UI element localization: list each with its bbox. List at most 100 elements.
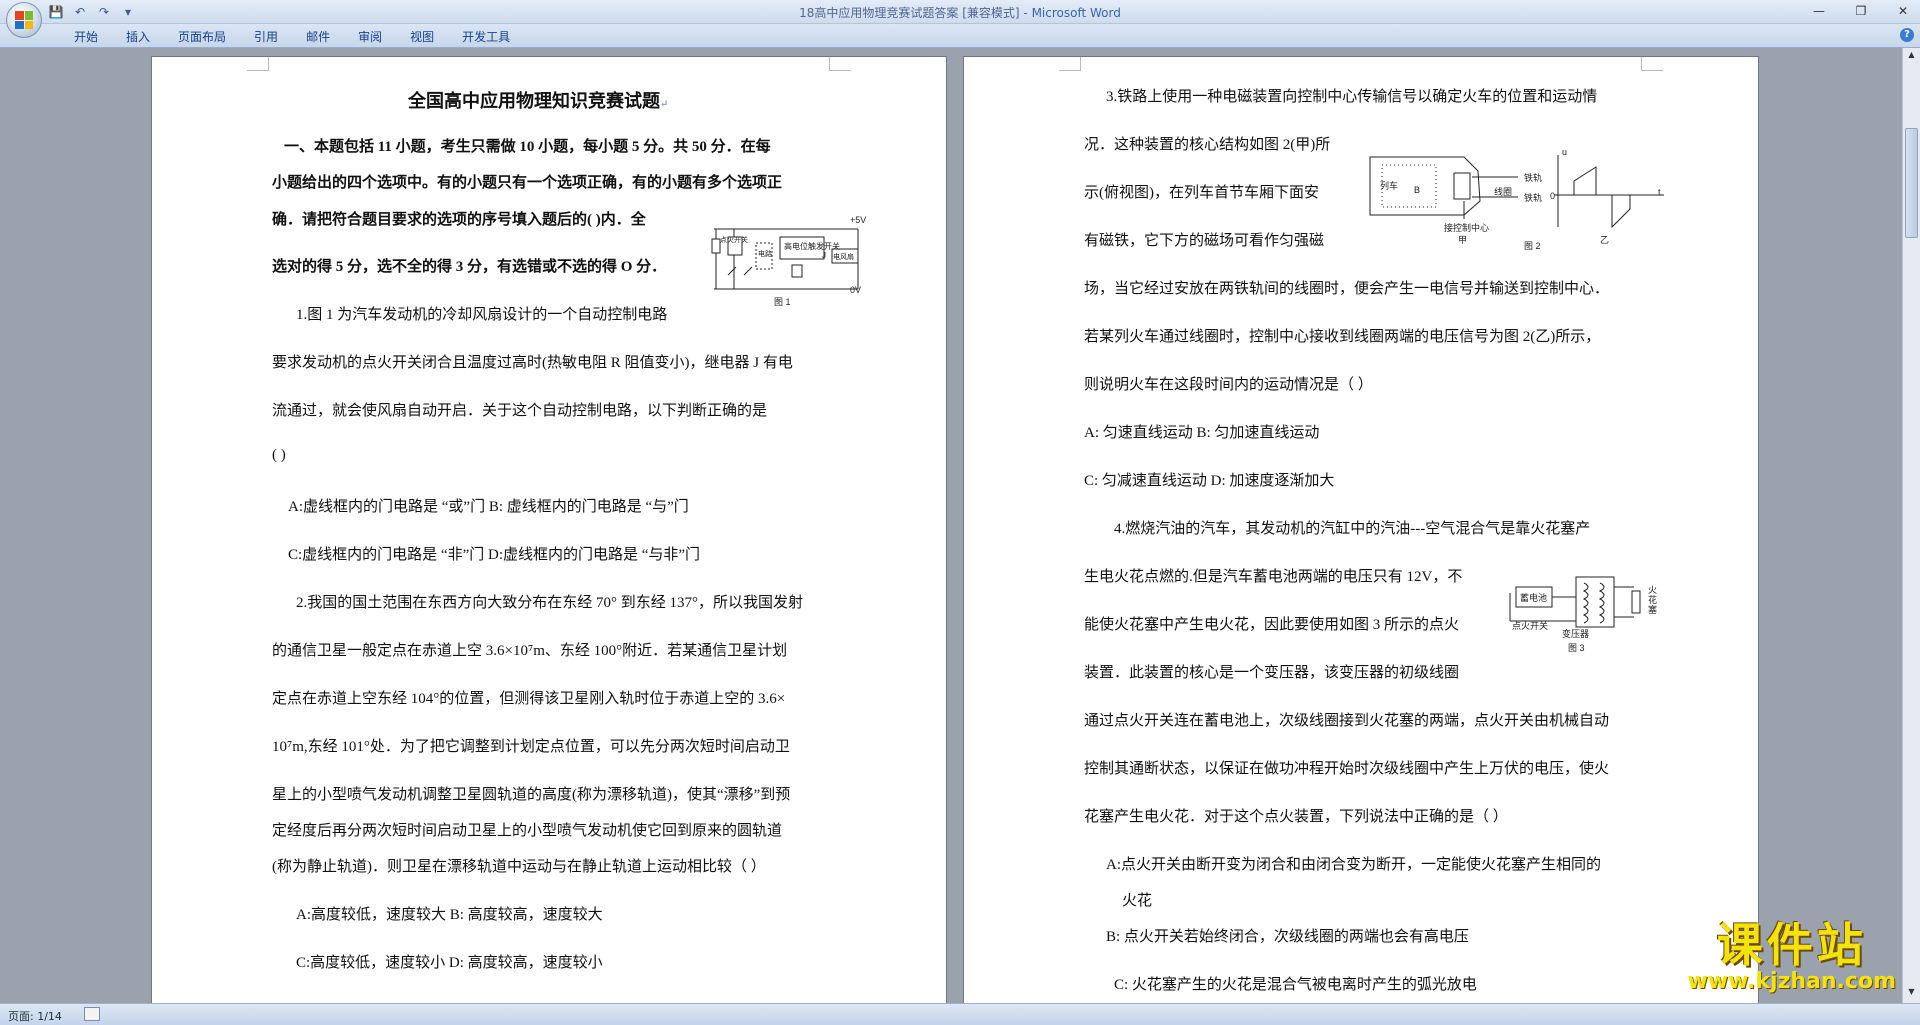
fig1-relay-label: J [822,251,826,260]
fig1-switch-label: 点火开关 [720,237,748,244]
doc-line: 一、本题包括 11 小题，考生只需做 10 小题，每小题 5 分。共 50 分．… [284,139,771,155]
fig2-rail-label-top: 铁轨 [1524,173,1543,183]
figure-2-diagram [1369,155,1664,229]
fig2-caption: 图 2 [1524,241,1541,251]
ribbon-tab[interactable]: 引用 [240,29,292,45]
doc-line: A:虚线框内的门电路是 “或”门 B: 虚线框内的门电路是 “与”门 [288,499,689,515]
app-name: Microsoft Word [1031,6,1121,20]
doc-line: C: 匀减速直线运动 D: 加速度逐渐加大 [1084,473,1335,489]
doc-line: 通过点火开关连在蓄电池上，次级线圈接到火花塞的两端，点火开关由机械自动 [1084,713,1610,729]
window-controls: — ❐ ✕ [1808,2,1914,20]
fig2-jia-label: 甲 [1458,235,1468,245]
doc-title: 全国高中应用物理知识竞赛试题↵ [408,91,669,111]
watermark-text: 课件站 [1716,918,1867,972]
margin-corner-mark [1059,57,1081,71]
doc-line: 装置．此装置的核心是一个变压器，该变压器的初级线圈 [1084,665,1460,681]
fig2-car-label: 列车 [1380,181,1399,191]
doc-line: ( ) [272,447,286,463]
close-button[interactable]: ✕ [1892,2,1914,20]
fig1-fan-label: 电风扇 [833,254,854,261]
doc-line: 小题给出的四个选项中。有的小题只有一个选项正确，有的小题有多个选项正 [272,175,783,191]
minimize-button[interactable]: — [1808,2,1830,20]
watermark-logo: 课件站 www.kjzhan.com [1687,920,1896,994]
doc-line: C: 火花塞产生的火花是混合气被电离时产生的弧光放电 [1114,977,1477,993]
fig1-0v-label: 0V [850,285,862,295]
fig2-rail-label-bottom: 铁轨 [1524,193,1543,203]
vertical-scrollbar[interactable]: ▲ ▼ [1902,48,1920,1003]
doc-line: 则说明火车在这段时间内的运动情况是（ ） [1084,377,1373,393]
fig1-5v-label: +5V [850,215,867,225]
doc-line: 确．请把符合题目要求的选项的序号填入题后的( )内．全 [272,212,646,228]
margin-corner-mark [829,57,851,71]
office-button[interactable] [6,2,42,38]
doc-line: 3.铁路上使用一种电磁装置向控制中心传输信号以确定火车的位置和运动情 [1106,89,1598,105]
window-title: 18高中应用物理竞赛试题答案 [兼容模式] - Microsoft Word [0,4,1920,21]
doc-line: 火花 [1122,893,1153,909]
proofing-icon[interactable] [84,1007,100,1021]
doc-line: 况．这种装置的核心结构如图 2(甲)所 [1084,137,1331,153]
fig1-trigger-label: 高电位触发开关 [784,242,840,251]
doc-line: 10⁷m,东经 101°处．为了把它调整到计划定点位置，可以先分两次短时间启动卫 [272,739,790,755]
ribbon-tab[interactable]: 邮件 [292,29,344,45]
page-left[interactable]: 全国高中应用物理知识竞赛试题↵ 一、本题包括 11 小题，考生只需做 10 小题… [151,56,947,1003]
ribbon-tab[interactable]: 视图 [396,29,448,45]
status-bar: 页面: 1/14 [0,1003,1920,1025]
doc-line: (称为静止轨道)．则卫星在漂移轨道中运动与在静止轨道上运动相比较（ ） [272,859,766,875]
ribbon-tab[interactable]: 审阅 [344,29,396,45]
doc-line: A:点火开关由断开变为闭合和由闭合变为断开，一定能使火花塞产生相同的 [1106,857,1602,873]
doc-line: 示(俯视图)，在列车首节车厢下面安 [1084,185,1319,201]
doc-line: A: 匀速直线运动 B: 匀加速直线运动 [1084,425,1320,441]
doc-line: 若某列火车通过线圈时，控制中心接收到线圈两端的电压信号为图 2(乙)所示， [1084,329,1601,345]
fig3-plug-label: 火花塞 [1648,585,1658,615]
fig3-switch-label: 点火开关 [1512,621,1549,631]
doc-line: 的通信卫星一般定点在赤道上空 3.6×10⁷m、东经 100°附近．若某通信卫星… [272,643,788,659]
doc-line: 1.图 1 为汽车发动机的冷却风扇设计的一个自动控制电路 [296,307,668,323]
doc-line: 定经度后再分两次短时间启动卫星上的小型喷气发动机使它回到原来的圆轨道 [272,823,783,839]
doc-line: C:高度较低，速度较小 D: 高度较高，速度较小 [296,955,603,971]
document-name: 18高中应用物理竞赛试题答案 [兼容模式] - [799,6,1032,20]
margin-corner-mark [1641,57,1663,71]
document-area[interactable]: 全国高中应用物理知识竞赛试题↵ 一、本题包括 11 小题，考生只需做 10 小题… [0,48,1902,1003]
fig2-origin-label: 0 [1550,191,1556,201]
ribbon-tabs-bar: 开始 插入 页面布局 引用 邮件 审阅 视图 开发工具 ? [0,24,1920,48]
fig2-u-label: u [1562,147,1568,157]
help-icon[interactable]: ? [1900,28,1914,42]
doc-line: A:高度较低，速度较大 B: 高度较高，速度较大 [296,907,603,923]
scrollbar-thumb[interactable] [1905,128,1918,238]
ribbon-tab[interactable]: 插入 [112,29,164,45]
doc-line: 花塞产生电火花．对于这个点火装置，下列说法中正确的是（ ） [1084,809,1508,825]
page-right[interactable]: 3.铁路上使用一种电磁装置向控制中心传输信号以确定火车的位置和运动情 况．这种装… [963,56,1759,1003]
ribbon-tab[interactable]: 开发工具 [448,29,524,45]
scroll-up-icon[interactable]: ▲ [1905,50,1918,64]
doc-line: 场，当它经过安放在两铁轨间的线圈时，便会产生一电信号并输送到控制中心． [1084,281,1610,297]
doc-line: 2.我国的国土范围在东西方向大致分布在东经 70° 到东经 137°，所以我国发… [296,595,804,611]
doc-line: B: 点火开关若始终闭合，次级线圈的两端也会有高电压 [1106,929,1469,945]
fig2-yi-label: 乙 [1600,235,1610,245]
page-counter[interactable]: 页面: 1/14 [8,1008,62,1024]
doc-line: 流通过，就会使风扇自动开启．关于这个自动控制电路，以下判断正确的是 [272,403,768,419]
watermark-url: www.kjzhan.com [1687,969,1896,994]
office-logo-icon [15,11,33,29]
title-bar: 💾 ↶ ↷ ▾ 18高中应用物理竞赛试题答案 [兼容模式] - Microsof… [0,0,1920,38]
maximize-button[interactable]: ❐ [1850,2,1872,20]
fig1-circuit-label: 电路 [758,251,772,258]
doc-line: C:虚线框内的门电路是 “非”门 D:虚线框内的门电路是 “与非”门 [288,547,701,563]
doc-line: 控制其通断状态，以保证在做功冲程开始时次级线圈中产生上万伏的电压，使火 [1084,761,1610,777]
fig2-coil-label: 线圈 [1494,187,1513,197]
fig2-t-label: t [1658,187,1661,197]
doc-line: 有磁铁，它下方的磁场可看作匀强磁 [1084,233,1325,249]
fig3-caption: 图 3 [1568,643,1585,653]
margin-corner-mark [247,57,269,71]
ribbon-tabs: 开始 插入 页面布局 引用 邮件 审阅 视图 开发工具 [60,29,524,45]
fig3-transformer-label: 变压器 [1562,629,1590,639]
doc-line: 定点在赤道上空东经 104°的位置，但测得该卫星刚入轨时位于赤道上空的 3.6× [272,691,786,707]
fig1-caption: 图 1 [774,297,791,307]
scroll-down-icon[interactable]: ▼ [1905,987,1918,1001]
doc-line: 4.燃烧汽油的汽车，其发动机的汽缸中的汽油---空气混合气是靠火花塞产 [1114,521,1591,537]
doc-line: 选对的得 5 分，选不全的得 3 分，有选错或不选的得 O 分． [272,259,667,275]
doc-line: 星上的小型喷气发动机调整卫星圆轨道的高度(称为漂移轨道)，使其“漂移”到预 [272,787,791,803]
doc-line: 生电火花点燃的.但是汽车蓄电池两端的电压只有 12V，不 [1084,569,1463,585]
ribbon-tab[interactable]: 页面布局 [164,29,240,45]
ribbon-tab[interactable]: 开始 [60,29,112,45]
fig3-battery-label: 蓄电池 [1520,593,1548,603]
